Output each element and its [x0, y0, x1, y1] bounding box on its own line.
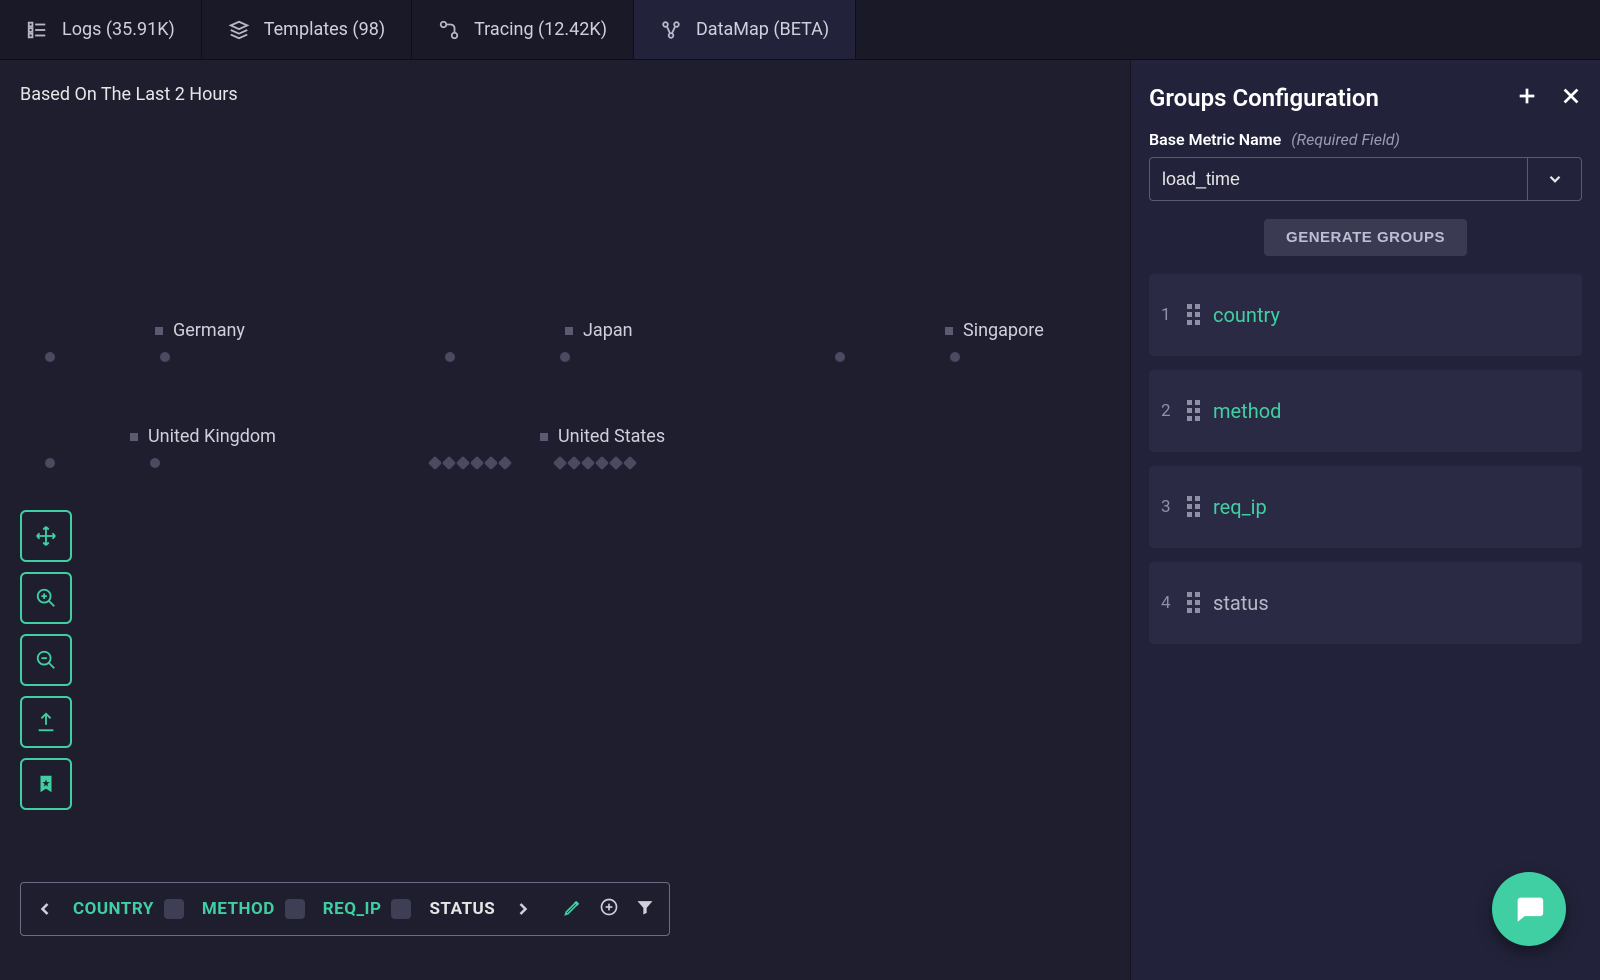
group-card-req-ip[interactable]: 3 req_ip [1149, 466, 1582, 548]
group-name: country [1213, 303, 1280, 327]
breadcrumb-chip-icon [164, 899, 184, 919]
chevron-down-icon [1546, 170, 1564, 188]
breadcrumb-prev-button[interactable] [35, 899, 55, 919]
chat-icon [1512, 892, 1546, 926]
edit-groups-button[interactable] [563, 897, 583, 921]
group-card-method[interactable]: 2 method [1149, 370, 1582, 452]
breadcrumb-next-button[interactable] [513, 899, 533, 919]
close-icon [1560, 85, 1582, 107]
drag-handle-icon[interactable] [1187, 592, 1201, 614]
tab-logs[interactable]: Logs (35.91K) [0, 0, 202, 59]
add-group-button[interactable] [599, 897, 619, 921]
required-hint: (Required Field) [1291, 130, 1400, 149]
generate-groups-button[interactable]: GENERATE GROUPS [1264, 219, 1467, 256]
datamap-icon [660, 19, 682, 41]
cluster-marker-icon [945, 327, 953, 335]
group-name: method [1213, 399, 1281, 423]
pencil-icon [563, 897, 583, 917]
breadcrumb-item-req-ip[interactable]: REQ_IP [323, 899, 412, 919]
group-list: 1 country 2 method 3 req_ip 4 status [1149, 274, 1582, 644]
zoom-out-button[interactable] [20, 634, 72, 686]
canvas-tool-rail [20, 510, 72, 810]
drag-handle-icon[interactable] [1187, 304, 1201, 326]
zoom-in-icon [35, 587, 57, 609]
breadcrumb-item-country[interactable]: COUNTRY [73, 899, 184, 919]
groups-config-panel: Groups Configuration Base Metric Name (R… [1130, 60, 1600, 980]
cluster-marker-icon [130, 433, 138, 441]
cluster-germany-label: Germany [155, 320, 245, 341]
cluster-uk-label: United Kingdom [130, 426, 276, 447]
tab-label: Templates (98) [264, 19, 385, 40]
drag-handle-icon[interactable] [1187, 400, 1201, 422]
group-card-country[interactable]: 1 country [1149, 274, 1582, 356]
group-index: 4 [1161, 593, 1175, 613]
breadcrumb-chip-icon [391, 899, 411, 919]
group-card-status[interactable]: 4 status [1149, 562, 1582, 644]
breadcrumb-item-status[interactable]: STATUS [429, 899, 495, 919]
group-index: 3 [1161, 497, 1175, 517]
breadcrumb-chip-icon [285, 899, 305, 919]
drag-handle-icon[interactable] [1187, 496, 1201, 518]
cluster-marker-icon [155, 327, 163, 335]
zoom-in-button[interactable] [20, 572, 72, 624]
tracing-icon [438, 19, 460, 41]
templates-icon [228, 19, 250, 41]
add-group-config-button[interactable] [1516, 85, 1538, 111]
base-metric-input[interactable] [1150, 158, 1527, 200]
cluster-us-label: United States [540, 426, 665, 447]
base-metric-dropdown-toggle[interactable] [1527, 158, 1581, 200]
tab-label: Logs (35.91K) [62, 19, 175, 40]
bookmark-star-icon [35, 773, 57, 795]
tab-tracing[interactable]: Tracing (12.42K) [412, 0, 634, 59]
upload-icon [35, 711, 57, 733]
datamap-canvas[interactable]: Based On The Last 2 Hours Germany Japan … [0, 60, 1130, 980]
filter-icon [635, 897, 655, 917]
field-label-text: Base Metric Name [1149, 130, 1281, 149]
tab-strip: Logs (35.91K) Templates (98) Tracing (12… [0, 0, 1600, 60]
group-index: 1 [1161, 305, 1175, 325]
cluster-marker-icon [540, 433, 548, 441]
close-panel-button[interactable] [1560, 85, 1582, 111]
plus-circle-icon [599, 897, 619, 917]
move-tool-button[interactable] [20, 510, 72, 562]
logs-icon [26, 19, 48, 41]
zoom-out-icon [35, 649, 57, 671]
cluster-japan-label: Japan [565, 320, 633, 341]
group-name: status [1213, 591, 1269, 615]
bookmark-button[interactable] [20, 758, 72, 810]
group-name: req_ip [1213, 495, 1267, 519]
cluster-marker-icon [565, 327, 573, 335]
tab-datamap[interactable]: DataMap (BETA) [634, 0, 856, 59]
tab-templates[interactable]: Templates (98) [202, 0, 412, 59]
base-metric-field: Base Metric Name (Required Field) [1149, 130, 1582, 201]
chevron-left-icon [35, 899, 55, 919]
chevron-right-icon [513, 899, 533, 919]
chat-fab-button[interactable] [1492, 872, 1566, 946]
export-button[interactable] [20, 696, 72, 748]
breadcrumb-item-method[interactable]: METHOD [202, 899, 305, 919]
group-breadcrumb-bar: COUNTRY METHOD REQ_IP STATUS [20, 882, 670, 936]
cluster-singapore-label: Singapore [945, 320, 1044, 341]
plus-icon [1516, 85, 1538, 107]
panel-title: Groups Configuration [1149, 84, 1379, 112]
filter-button[interactable] [635, 897, 655, 921]
tab-label: DataMap (BETA) [696, 19, 829, 40]
group-index: 2 [1161, 401, 1175, 421]
move-icon [35, 525, 57, 547]
time-range-label: Based On The Last 2 Hours [20, 84, 238, 105]
tab-label: Tracing (12.42K) [474, 19, 607, 40]
